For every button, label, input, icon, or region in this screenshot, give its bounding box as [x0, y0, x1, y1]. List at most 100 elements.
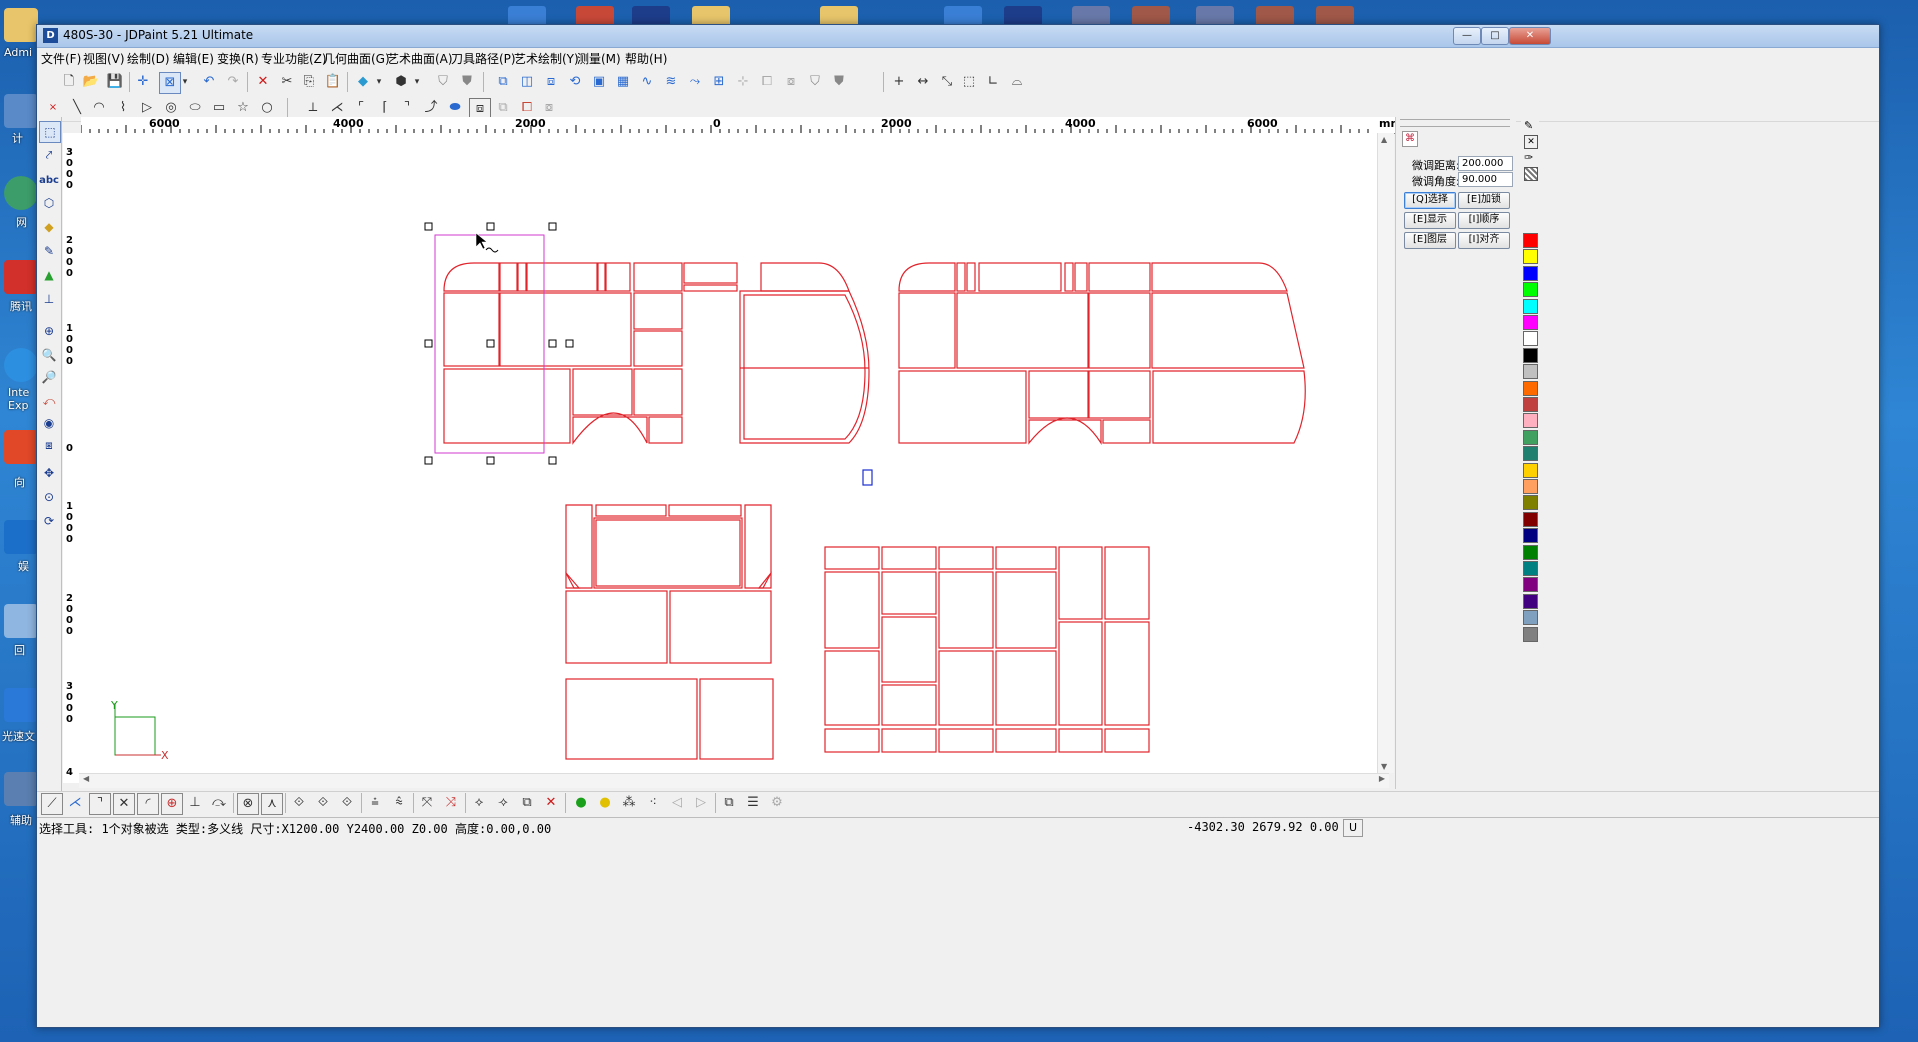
menu-measure[interactable]: 测量(M): [577, 50, 621, 67]
scroll-right-icon[interactable]: ▶: [1379, 774, 1385, 783]
light-speed-icon[interactable]: [4, 688, 38, 722]
recycle-bin-icon[interactable]: [4, 604, 38, 638]
tencent-icon[interactable]: [4, 260, 38, 294]
bulb-multi-icon[interactable]: ⁖: [643, 793, 663, 813]
color-swatch[interactable]: [1523, 511, 1538, 527]
color-swatch[interactable]: [1523, 479, 1538, 494]
group-icon[interactable]: ⧠: [517, 98, 537, 118]
color-swatch[interactable]: [1523, 561, 1538, 576]
entertainment-icon[interactable]: [4, 520, 38, 554]
fine-distance-input[interactable]: 200.000: [1458, 156, 1513, 171]
color-swatch[interactable]: [1523, 544, 1538, 560]
color-swatch[interactable]: [1523, 610, 1538, 626]
menu-view[interactable]: 视图(V): [83, 50, 125, 67]
cut-icon[interactable]: ✂: [277, 72, 297, 92]
3d-view-icon[interactable]: ⬢: [391, 72, 411, 92]
color-swatch[interactable]: [1523, 380, 1538, 396]
measure-icon[interactable]: ⌓: [1007, 72, 1027, 92]
zoom-tool-icon[interactable]: ⊙: [39, 487, 59, 507]
point-icon[interactable]: +: [889, 72, 909, 92]
snap-angle-icon[interactable]: ⋏: [261, 793, 283, 815]
snap-tangent-icon[interactable]: ⤼: [209, 793, 229, 813]
vertical-scrollbar[interactable]: ▲ ▼: [1377, 133, 1394, 773]
diamond-icon[interactable]: ⟐: [313, 793, 333, 813]
ie-icon[interactable]: [4, 348, 38, 382]
dropdown-arrow-icon[interactable]: ▾: [179, 72, 191, 92]
computer-icon[interactable]: [4, 94, 38, 128]
cut-panel-a[interactable]: [443, 262, 870, 445]
pen-tool-icon[interactable]: ✎: [39, 241, 59, 261]
menu-art-draw[interactable]: 艺术绘制(Y): [514, 50, 579, 67]
mirror-icon[interactable]: ◫: [517, 72, 537, 92]
select-tool-icon[interactable]: ⬚: [39, 121, 61, 143]
break-icon[interactable]: ⧇: [781, 72, 801, 92]
shield-icon[interactable]: ⛊: [457, 72, 477, 92]
prev-icon[interactable]: ◁: [667, 793, 687, 813]
box-dim-icon[interactable]: ⬚: [959, 72, 979, 92]
title-bar[interactable]: D 480S-30 - JDPaint 5.21 Ultimate — □ ✕: [37, 25, 1879, 48]
rotate-icon[interactable]: ⟲: [565, 72, 585, 92]
settings-icon[interactable]: ⚙: [767, 793, 787, 813]
scroll-down-icon[interactable]: ▼: [1381, 762, 1387, 771]
panel-tab-icon[interactable]: ⌘: [1402, 131, 1418, 147]
line-icon[interactable]: ╲: [67, 98, 87, 118]
color-fill-icon[interactable]: ◆: [353, 72, 373, 92]
app-icon[interactable]: [4, 430, 38, 464]
extend-icon[interactable]: ⋌: [327, 98, 347, 118]
select-box-icon[interactable]: ⊠: [159, 72, 181, 94]
align-icon[interactable]: ⧉: [493, 98, 513, 118]
helper-icon[interactable]: [4, 772, 38, 806]
trim-icon[interactable]: ⟂: [303, 98, 323, 118]
snap-corner-icon[interactable]: ⌝: [89, 793, 111, 815]
copy-layer-icon[interactable]: ⧉: [719, 793, 739, 813]
unpick-icon[interactable]: ⤨: [441, 793, 461, 813]
bulb-yellow-icon[interactable]: ●: [595, 793, 615, 813]
color-swatch[interactable]: [1523, 413, 1538, 429]
menu-transform[interactable]: 变换(R): [217, 50, 259, 67]
pen-icon[interactable]: ✎: [1524, 119, 1533, 132]
zoom-window-icon[interactable]: ⊕: [39, 321, 59, 341]
big-circle-icon[interactable]: ○: [257, 98, 277, 118]
diamond-icon[interactable]: ⟐: [337, 793, 357, 813]
snap-point-icon[interactable]: ⊗: [237, 793, 259, 815]
angle-dim-icon[interactable]: ⤡: [937, 72, 957, 92]
corner-icon[interactable]: ⌝: [397, 98, 417, 118]
align-button[interactable]: [I]对齐: [1458, 232, 1510, 249]
color-swatch[interactable]: [1523, 429, 1538, 445]
paste-icon[interactable]: 📋: [323, 72, 343, 92]
delete-icon[interactable]: ✕: [541, 793, 561, 813]
color-swatch[interactable]: [1523, 282, 1538, 298]
paint-tool-icon[interactable]: ◆: [39, 217, 59, 237]
combine-icon[interactable]: ⧠: [757, 72, 777, 92]
unit-toggle-button[interactable]: U: [1343, 819, 1363, 837]
save-icon[interactable]: 💾: [105, 72, 125, 92]
horizontal-scrollbar[interactable]: ◀ ▶: [79, 773, 1389, 788]
zoom-in-icon[interactable]: 🔍: [39, 345, 59, 365]
offset-icon[interactable]: ⧈: [541, 72, 561, 92]
order-button[interactable]: [I]顺序: [1458, 212, 1510, 229]
shield-icon[interactable]: ⛉: [433, 72, 453, 92]
rectangle-icon[interactable]: ▭: [209, 98, 229, 118]
scroll-left-icon[interactable]: ◀: [83, 774, 89, 783]
diamond-icon[interactable]: ⟐: [289, 793, 309, 813]
zoom-prev-icon[interactable]: ⤺: [39, 391, 59, 411]
text-tool-icon[interactable]: abc: [39, 171, 59, 191]
shape-tool-icon[interactable]: ⬡: [39, 193, 59, 213]
polyline-icon[interactable]: ⌇: [113, 98, 133, 118]
shield-icon[interactable]: ⛊: [829, 72, 849, 92]
undo-icon[interactable]: ↶: [199, 72, 219, 92]
menu-art-surface[interactable]: 艺术曲面(A): [387, 50, 453, 67]
grid-disabled-icon[interactable]: ⊹: [733, 72, 753, 92]
folder-icon[interactable]: [4, 8, 38, 42]
ruler-curve-icon[interactable]: ≋: [661, 72, 681, 92]
redo-icon[interactable]: ↷: [223, 72, 243, 92]
color-swatch[interactable]: [1523, 495, 1538, 511]
drawing-canvas[interactable]: Y X: [79, 133, 1389, 773]
curve-icon[interactable]: ∿: [637, 72, 657, 92]
explode-icon[interactable]: ⧉: [517, 793, 537, 813]
break-icon[interactable]: ⟡: [469, 793, 489, 813]
snap-arc-icon[interactable]: ◜: [137, 793, 159, 815]
maximize-button[interactable]: □: [1481, 27, 1509, 45]
next-icon[interactable]: ▷: [691, 793, 711, 813]
color-swatch[interactable]: [1523, 626, 1538, 642]
